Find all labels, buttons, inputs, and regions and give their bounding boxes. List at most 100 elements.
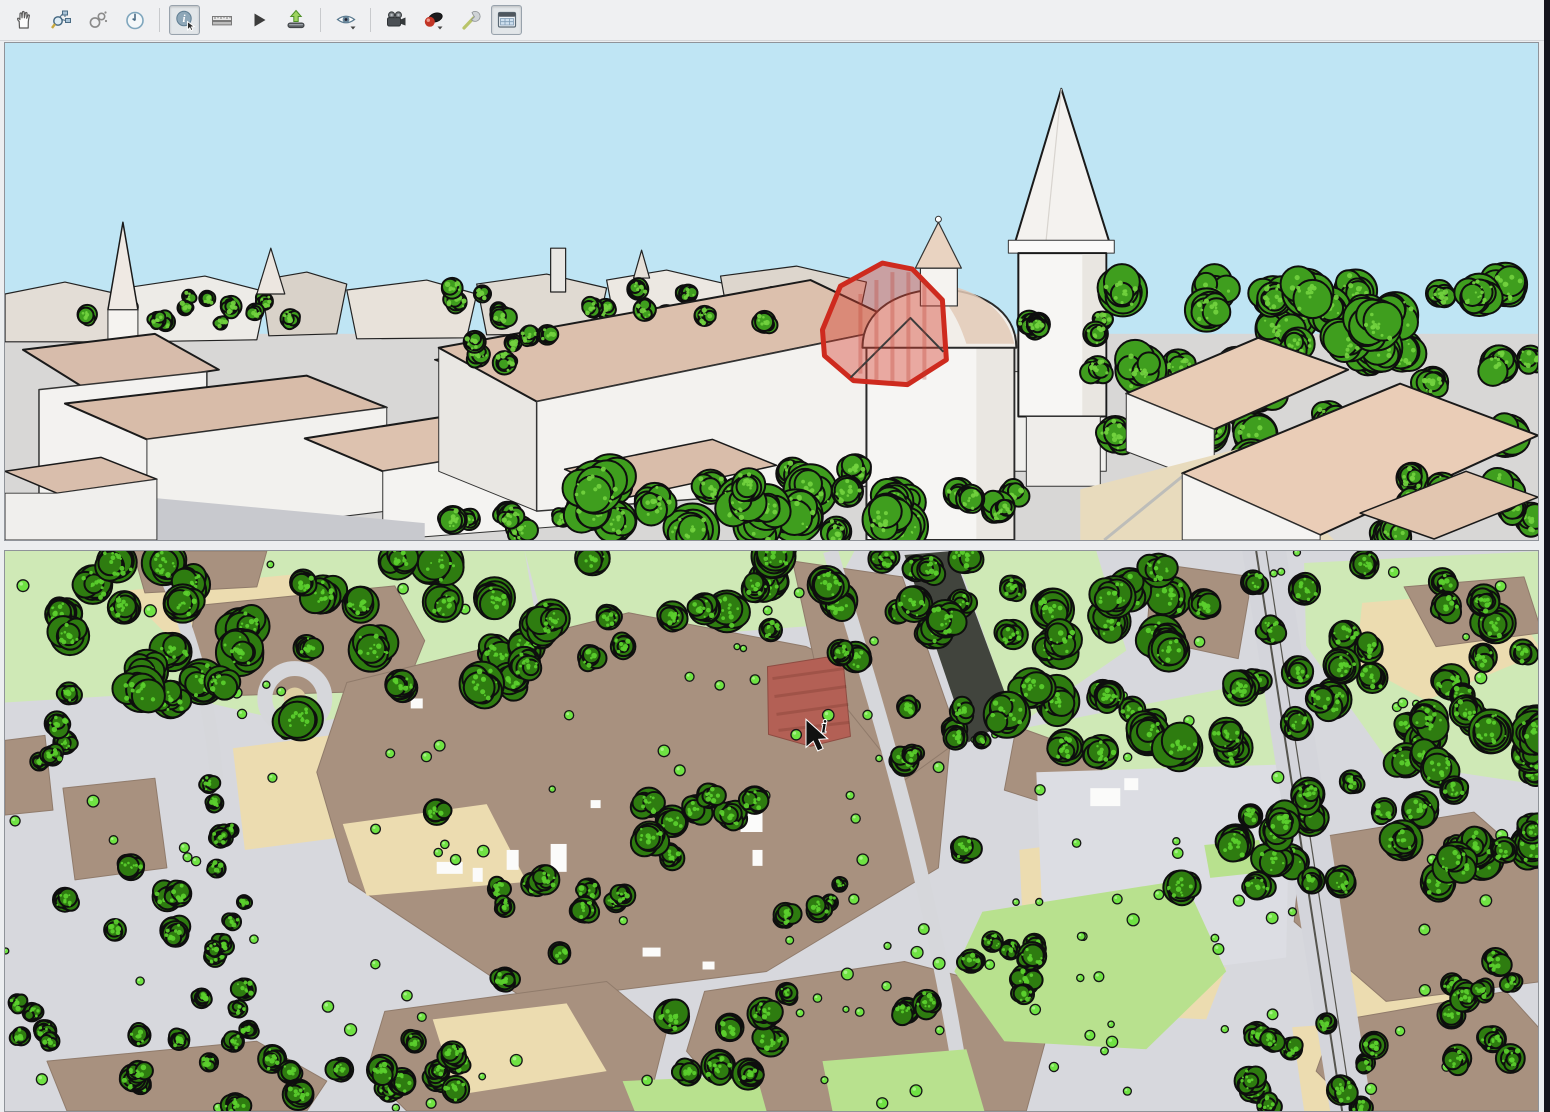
tree (283, 1079, 314, 1110)
scene-graph-tool-button[interactable] (45, 5, 76, 35)
tree (657, 601, 687, 631)
tree (1360, 1032, 1388, 1059)
tree (1517, 813, 1538, 843)
tree (165, 881, 192, 907)
tree (1289, 573, 1320, 605)
tree (739, 1063, 763, 1086)
tree (611, 633, 636, 660)
tree (438, 506, 467, 534)
measure-tool-button[interactable] (206, 5, 237, 35)
tree (752, 311, 777, 333)
tree (1496, 1044, 1525, 1073)
tree (1209, 718, 1243, 752)
toolbar-separator (159, 8, 160, 32)
export-scene-button[interactable] (280, 5, 311, 35)
tree (53, 888, 79, 912)
tree (627, 278, 648, 300)
visibility-tool-button[interactable] (330, 5, 361, 35)
tree (1306, 685, 1334, 713)
tree (549, 942, 571, 964)
tree (1235, 1067, 1266, 1096)
tree (95, 551, 136, 582)
tree (1083, 322, 1108, 347)
tree (697, 783, 726, 808)
tree (1082, 735, 1118, 769)
tree (294, 635, 324, 661)
tree (493, 351, 517, 374)
tree (104, 919, 126, 941)
tree (1469, 710, 1513, 754)
tree (290, 570, 316, 596)
tree (239, 1021, 258, 1039)
video-camera-icon (385, 9, 407, 31)
tree (199, 291, 215, 306)
tree (1326, 866, 1356, 898)
tree (694, 306, 715, 326)
render-mode-button[interactable] (417, 5, 448, 35)
tree (537, 325, 558, 345)
tree (679, 285, 697, 303)
tree (1469, 644, 1496, 672)
tree (325, 1058, 353, 1082)
tree (40, 1032, 59, 1051)
tree (1357, 663, 1387, 693)
map-2d-view[interactable]: i (4, 550, 1539, 1112)
tree (570, 897, 599, 923)
tree (1350, 551, 1379, 578)
tools-settings-button[interactable] (454, 5, 485, 35)
tree (205, 794, 223, 812)
tree (742, 573, 769, 602)
tree (163, 921, 189, 947)
tree (759, 619, 782, 642)
tree (78, 305, 97, 326)
tree (984, 692, 1030, 738)
tree (1491, 837, 1517, 863)
tree (982, 491, 1015, 523)
pan-tool-button[interactable] (8, 5, 39, 35)
screen-edge (1544, 0, 1550, 1112)
table-window-button[interactable] (491, 5, 522, 35)
tree (464, 331, 486, 353)
tree (169, 1028, 190, 1050)
tree (575, 551, 610, 575)
tree (207, 860, 225, 878)
tree (442, 1076, 469, 1103)
identify-tool-button[interactable]: i (169, 5, 200, 35)
tree (1216, 824, 1254, 861)
tree (1189, 589, 1221, 619)
tree (1223, 670, 1259, 705)
tree (582, 297, 603, 318)
table-window-icon (496, 9, 518, 31)
scene-3d-canvas[interactable] (5, 43, 1538, 540)
circles-icon (87, 9, 109, 31)
upload-icon (285, 9, 307, 31)
tree (1017, 942, 1046, 970)
navigation-dial-tool-button[interactable] (119, 5, 150, 35)
tree (237, 895, 252, 909)
tree (701, 1050, 735, 1085)
tree (231, 978, 256, 1000)
animation-camera-button[interactable] (380, 5, 411, 35)
group-select-tool-button[interactable] (82, 5, 113, 35)
tree (211, 828, 231, 848)
tree (1047, 729, 1083, 765)
tree (1324, 647, 1360, 683)
tree (739, 786, 768, 814)
tree (1517, 346, 1538, 374)
play-animation-button[interactable] (243, 5, 274, 35)
tree (774, 903, 802, 927)
map-2d-canvas[interactable]: i (5, 551, 1538, 1111)
tree (828, 640, 854, 666)
tree (950, 697, 974, 724)
tree (367, 1055, 397, 1085)
ruler-icon (211, 9, 233, 31)
tree (474, 577, 515, 619)
tree (228, 1000, 247, 1017)
tree (191, 989, 211, 1009)
compass-icon (124, 9, 146, 31)
tree (281, 309, 300, 329)
tree (246, 304, 263, 321)
scene-3d-view[interactable] (4, 42, 1539, 541)
tree (1298, 867, 1324, 893)
tree (821, 517, 851, 540)
